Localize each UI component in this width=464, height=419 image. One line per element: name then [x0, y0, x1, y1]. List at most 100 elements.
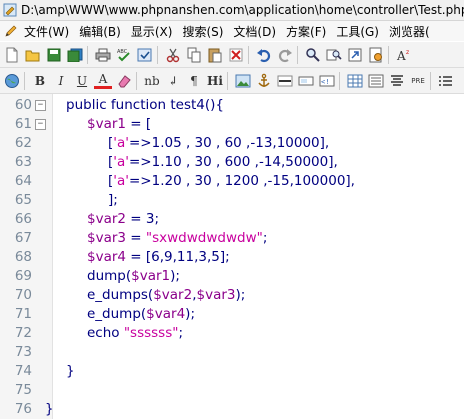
globe-icon[interactable]	[3, 72, 21, 90]
line-number: 75	[14, 382, 32, 398]
code-token: $var2	[87, 211, 126, 227]
div-icon[interactable]	[367, 72, 385, 90]
settings-icon[interactable]	[367, 46, 385, 64]
code-text: ['a'=>1.10 , 30 , 600 ,-14,50000],	[108, 153, 338, 172]
cut-icon[interactable]	[164, 46, 182, 64]
code-line[interactable]: 76}	[0, 400, 464, 419]
anchor-icon[interactable]	[255, 72, 273, 90]
code-editor[interactable]: 60− public function test4(){61− $var1 = [6…	[0, 94, 464, 419]
code-token: $var1	[87, 116, 126, 132]
italic-button[interactable]: I	[52, 72, 70, 90]
code-token: );	[235, 287, 246, 303]
code-text: $var2 = 3;	[87, 210, 159, 229]
code-token: = [	[126, 116, 152, 132]
code-line[interactable]: 74}	[0, 362, 464, 381]
code-line[interactable]: 73	[0, 343, 464, 362]
code-line[interactable]: 63 ['a'=>1.10 , 30 , 600 ,-14,50000],	[0, 153, 464, 172]
form-icon[interactable]	[297, 72, 315, 90]
paragraph-button[interactable]: ¶	[185, 72, 203, 90]
menu-tools[interactable]: 工具(G)	[336, 23, 379, 40]
code-line[interactable]: 67 $var3 = "sxwdwdwdwdw";	[0, 229, 464, 248]
paste-icon[interactable]	[206, 46, 224, 64]
code-line[interactable]: 71 e_dump($var4);	[0, 305, 464, 324]
line-number: 61	[14, 116, 32, 132]
code-line[interactable]: 66 $var2 = 3;	[0, 210, 464, 229]
code-line[interactable]: 75	[0, 381, 464, 400]
line-number: 66	[14, 211, 32, 227]
code-line[interactable]: 68 $var4 = [6,9,11,3,5];	[0, 248, 464, 267]
menu-edit[interactable]: 编辑(B)	[79, 23, 121, 40]
fold-toggle-icon[interactable]: −	[35, 100, 46, 111]
code-line[interactable]: 64 ['a'=>1.20 , 30 , 1200 ,-15,100000],	[0, 172, 464, 191]
menu-file[interactable]: 文件(W)	[24, 23, 69, 40]
code-line[interactable]: 65];	[0, 191, 464, 210]
main-toolbar: ABC Az	[0, 42, 464, 68]
menu-browser[interactable]: 浏览器(	[389, 23, 430, 40]
code-line[interactable]: 70 e_dumps($var2,$var3);	[0, 286, 464, 305]
code-token: e_dump(	[87, 306, 147, 322]
spellcheck-icon[interactable]: ABC	[115, 46, 133, 64]
toolbar-separator	[24, 71, 25, 90]
code-token: }	[45, 401, 54, 417]
toolbar-separator	[157, 45, 158, 64]
underline-button[interactable]: U	[73, 72, 91, 90]
code-token: =>1.05 , 30 , 60 ,-13,10000],	[128, 135, 330, 151]
image-icon[interactable]	[234, 72, 252, 90]
line-number: 76	[14, 401, 32, 417]
heading-button[interactable]: Hi	[206, 72, 224, 90]
bold-button[interactable]: B	[31, 72, 49, 90]
replace-icon[interactable]	[325, 46, 343, 64]
find-icon[interactable]	[304, 46, 322, 64]
code-line[interactable]: 72 echo "ssssss";	[0, 324, 464, 343]
new-file-icon[interactable]	[3, 46, 21, 64]
svg-text:<!: <!	[321, 78, 329, 86]
line-number: 72	[14, 325, 32, 341]
align-center-icon[interactable]	[388, 72, 406, 90]
line-break-button[interactable]: ↲	[164, 72, 182, 90]
code-text: }	[66, 362, 75, 381]
app-icon	[3, 3, 17, 17]
menu-document[interactable]: 文档(D)	[233, 23, 276, 40]
code-line[interactable]: 61− $var1 = [	[0, 115, 464, 134]
check-icon[interactable]	[136, 46, 154, 64]
font-color-button[interactable]: A	[94, 72, 112, 89]
save-all-icon[interactable]	[66, 46, 84, 64]
line-number: 65	[14, 192, 32, 208]
code-line[interactable]: 60− public function test4(){	[0, 96, 464, 115]
pre-button[interactable]: PRE	[409, 72, 427, 90]
code-line[interactable]: 62 ['a'=>1.05 , 30 , 60 ,-13,10000],	[0, 134, 464, 153]
redo-icon[interactable]	[276, 46, 294, 64]
line-number: 73	[14, 344, 32, 360]
toolbar-separator	[388, 45, 389, 64]
fold-toggle-icon[interactable]: −	[35, 119, 46, 130]
code-text: ];	[108, 191, 118, 210]
code-line[interactable]: 69 dump($var1);	[0, 267, 464, 286]
menu-project[interactable]: 方案(F)	[286, 23, 326, 40]
print-icon[interactable]	[94, 46, 112, 64]
list-icon[interactable]	[437, 72, 455, 90]
code-token: }	[66, 363, 75, 379]
table-icon[interactable]	[346, 72, 364, 90]
code-token: );	[185, 306, 195, 322]
font-size-icon[interactable]: Az	[395, 46, 413, 64]
code-token: ;	[178, 325, 184, 341]
line-number: 69	[14, 268, 32, 284]
goto-icon[interactable]	[346, 46, 364, 64]
nbsp-button[interactable]: nb	[143, 72, 161, 90]
line-number: 74	[14, 363, 32, 379]
undo-icon[interactable]	[255, 46, 273, 64]
menu-search[interactable]: 搜索(S)	[182, 23, 223, 40]
toolbar-separator	[87, 45, 88, 64]
menu-view[interactable]: 显示(X)	[131, 23, 173, 40]
code-token: $var4	[87, 249, 126, 265]
hr-icon[interactable]	[276, 72, 294, 90]
delete-icon[interactable]	[227, 46, 245, 64]
open-folder-icon[interactable]	[24, 46, 42, 64]
toolbar-separator	[248, 45, 249, 64]
toolbar-separator	[297, 45, 298, 64]
copy-icon[interactable]	[185, 46, 203, 64]
save-icon[interactable]	[45, 46, 63, 64]
line-number: 63	[14, 154, 32, 170]
eraser-icon[interactable]	[115, 72, 133, 90]
comment-icon[interactable]: <!	[318, 72, 336, 90]
